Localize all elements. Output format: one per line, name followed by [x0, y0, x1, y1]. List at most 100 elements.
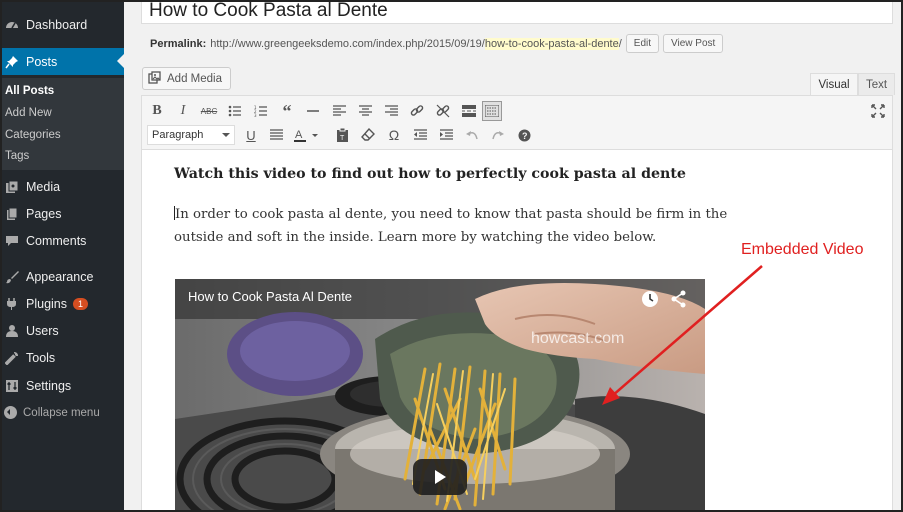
- toolbar-toggle-icon[interactable]: [482, 101, 502, 121]
- align-center-icon[interactable]: [355, 101, 375, 121]
- outdent-icon[interactable]: [410, 125, 430, 145]
- menu-posts[interactable]: Posts: [0, 48, 124, 75]
- collapse-menu-label: Collapse menu: [23, 406, 100, 419]
- permalink-base[interactable]: http://www.greengeeksdemo.com/index.php/…: [210, 38, 485, 50]
- svg-text:A: A: [295, 129, 303, 141]
- horizontal-line-icon[interactable]: [303, 101, 323, 121]
- editor-area: B I ABC 123 “ Paragraph U A T Ω ? Watch …: [141, 95, 893, 512]
- clear-formatting-icon[interactable]: [358, 125, 378, 145]
- menu-media-label: Media: [26, 180, 61, 194]
- link-icon[interactable]: [407, 101, 427, 121]
- menu-settings[interactable]: Settings: [0, 373, 124, 399]
- menu-pages-label: Pages: [26, 207, 62, 221]
- comment-icon: [4, 233, 20, 249]
- permalink-row: Permalink: http://www.greengeeksdemo.com…: [150, 34, 724, 53]
- format-select-value: Paragraph: [152, 129, 204, 141]
- help-icon[interactable]: ?: [514, 125, 534, 145]
- pin-icon: [4, 54, 20, 70]
- post-title-input[interactable]: How to Cook Pasta al Dente: [141, 0, 893, 24]
- permalink-slug[interactable]: how-to-cook-pasta-al-dente: [484, 37, 619, 50]
- menu-media[interactable]: Media: [0, 174, 124, 200]
- collapse-menu-button[interactable]: Collapse menu: [4, 406, 100, 419]
- view-post-button[interactable]: View Post: [663, 34, 724, 53]
- wrench-icon: [4, 350, 20, 366]
- format-select[interactable]: Paragraph: [147, 125, 235, 145]
- text-color-icon[interactable]: A: [292, 125, 322, 145]
- editor-toolbar: B I ABC 123 “ Paragraph U A T Ω ?: [142, 96, 892, 150]
- menu-appearance-label: Appearance: [26, 270, 94, 284]
- add-media-button[interactable]: Add Media: [142, 67, 231, 90]
- paintbrush-icon: [4, 269, 20, 285]
- editor-content[interactable]: Watch this video to find out how to perf…: [174, 166, 734, 249]
- menu-pages[interactable]: Pages: [0, 201, 124, 227]
- video-title: How to Cook Pasta Al Dente: [188, 289, 353, 304]
- menu-plugins-label: Plugins: [26, 297, 67, 311]
- permalink-label: Permalink:: [150, 37, 207, 50]
- submenu-tags[interactable]: Tags: [5, 150, 29, 162]
- svg-text:T: T: [340, 135, 345, 142]
- tab-text[interactable]: Text: [858, 73, 895, 95]
- plug-icon: [4, 296, 20, 312]
- menu-dashboard-label: Dashboard: [26, 18, 88, 32]
- italic-icon[interactable]: I: [173, 101, 193, 121]
- special-character-icon[interactable]: Ω: [384, 125, 404, 145]
- add-media-label: Add Media: [167, 72, 222, 85]
- video-watermark: howcast.com: [531, 330, 625, 347]
- chevron-down-icon: [222, 133, 230, 141]
- plugins-update-badge: 1: [73, 298, 89, 310]
- menu-plugins[interactable]: Plugins 1: [0, 291, 124, 317]
- menu-comments[interactable]: Comments: [0, 228, 124, 254]
- blockquote-icon[interactable]: “: [277, 101, 297, 121]
- menu-dashboard[interactable]: Dashboard: [0, 12, 124, 38]
- share-icon[interactable]: [670, 290, 688, 313]
- menu-appearance[interactable]: Appearance: [0, 264, 124, 290]
- content-paragraph-wrap: In order to cook pasta al dente, you nee…: [174, 203, 734, 249]
- play-button[interactable]: [413, 459, 467, 495]
- underline-icon[interactable]: U: [241, 125, 261, 145]
- menu-posts-label: Posts: [26, 54, 58, 69]
- bullet-list-icon[interactable]: [225, 101, 245, 121]
- numbered-list-icon[interactable]: 123: [251, 101, 271, 121]
- bold-icon[interactable]: B: [147, 101, 167, 121]
- submenu-all-posts[interactable]: All Posts: [5, 85, 54, 97]
- paste-text-icon[interactable]: T: [332, 125, 352, 145]
- user-icon: [4, 323, 20, 339]
- posts-submenu: All Posts Add New Categories Tags: [0, 78, 124, 170]
- redo-icon[interactable]: [488, 125, 508, 145]
- fullscreen-icon[interactable]: [868, 101, 888, 121]
- dashboard-icon: [4, 17, 20, 33]
- menu-users-label: Users: [26, 324, 59, 338]
- submenu-add-new[interactable]: Add New: [5, 107, 52, 119]
- menu-users[interactable]: Users: [0, 318, 124, 344]
- indent-icon[interactable]: [436, 125, 456, 145]
- menu-tools[interactable]: Tools: [0, 345, 124, 371]
- menu-tools-label: Tools: [26, 351, 56, 365]
- align-right-icon[interactable]: [381, 101, 401, 121]
- permalink-trail: /: [618, 37, 622, 50]
- svg-text:3: 3: [254, 113, 257, 117]
- read-more-icon[interactable]: [459, 101, 479, 121]
- tab-visual[interactable]: Visual: [810, 73, 858, 95]
- strikethrough-icon[interactable]: ABC: [199, 101, 219, 121]
- pages-icon: [4, 206, 20, 222]
- admin-sidebar: Dashboard Posts All Posts Add New Catego…: [0, 0, 124, 512]
- svg-text:?: ?: [522, 131, 528, 141]
- media-icon: [4, 179, 20, 195]
- unlink-icon[interactable]: [433, 101, 453, 121]
- annotation-label: Embedded Video: [741, 241, 864, 258]
- justify-icon[interactable]: [266, 125, 286, 145]
- edit-permalink-button[interactable]: Edit: [625, 34, 660, 53]
- settings-icon: [4, 378, 20, 394]
- embedded-video[interactable]: How to Cook Pasta Al Dente howcast.com: [175, 279, 705, 512]
- watch-later-icon[interactable]: [641, 290, 659, 313]
- content-heading: Watch this video to find out how to perf…: [174, 166, 686, 182]
- play-icon: [435, 470, 446, 484]
- menu-comments-label: Comments: [26, 234, 87, 248]
- align-left-icon[interactable]: [329, 101, 349, 121]
- collapse-arrow-icon: [4, 406, 17, 419]
- submenu-categories[interactable]: Categories: [5, 129, 61, 141]
- undo-icon[interactable]: [462, 125, 482, 145]
- content-paragraph: In order to cook pasta al dente, you nee…: [174, 207, 728, 245]
- add-media-icon: [148, 70, 162, 87]
- menu-settings-label: Settings: [26, 379, 72, 393]
